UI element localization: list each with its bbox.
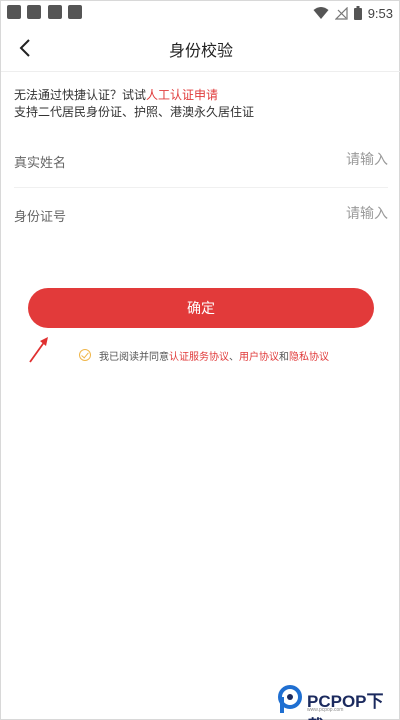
name-input[interactable]	[188, 146, 388, 174]
check-circle-icon[interactable]	[79, 349, 91, 361]
notification-icon	[48, 5, 62, 19]
signal-icon	[334, 6, 348, 20]
notification-icon	[7, 5, 21, 19]
status-icons: 9:53	[313, 4, 393, 22]
watermark-url: www.pcpop.com	[307, 707, 344, 713]
privacy-agreement-link[interactable]: 隐私协议	[289, 348, 329, 363]
auth-notice: 无法通过快捷认证？试试人工认证申请 支持二代居民身份证、护照、港澳永久居住证	[14, 87, 254, 121]
confirm-button[interactable]: 确定	[28, 288, 374, 328]
battery-icon	[353, 6, 362, 20]
name-row: 真实姓名	[14, 134, 388, 188]
agreement-row: 我已阅读并同意 认证服务协议、用户协议和隐私协议	[79, 347, 329, 363]
pointer-arrow-icon	[29, 337, 48, 363]
notice-line-2: 支持二代居民身份证、护照、港澳永久居住证	[14, 105, 255, 119]
watermark-brand: PCPOP下载	[307, 692, 384, 720]
status-bar: 9:53	[1, 1, 400, 25]
user-agreement-link[interactable]: 用户协议	[239, 348, 279, 363]
notice-text: 无法通过快捷认证？试试	[14, 88, 147, 102]
manual-auth-link[interactable]: 人工认证申请	[146, 88, 218, 102]
name-label: 真实姓名	[14, 156, 67, 171]
nav-bar: 身份校验	[1, 25, 400, 71]
agreement-text: 我已阅读并同意	[99, 351, 169, 363]
wifi-icon	[313, 6, 329, 19]
id-number-input[interactable]	[188, 200, 388, 228]
notice-line-1: 无法通过快捷认证？试试人工认证申请	[14, 87, 254, 104]
phone-frame: 9:53 身份校验 无法通过快捷认证？试试人工认证申请 支持二代居民身份证、护照…	[0, 0, 400, 720]
service-agreement-link[interactable]: 认证服务协议	[169, 348, 229, 363]
status-time: 9:53	[367, 5, 393, 21]
page-title: 身份校验	[168, 41, 233, 60]
pcpop-logo-icon	[278, 685, 302, 713]
separator: 、	[229, 351, 239, 363]
and-text: 和	[279, 351, 289, 363]
watermark: PCPOP下载 www.pcpop.com	[277, 685, 397, 720]
id-number-label: 身份证号	[14, 210, 67, 225]
notification-icon	[27, 5, 41, 19]
nav-divider	[1, 71, 400, 72]
id-number-row: 身份证号	[14, 188, 388, 242]
notification-icon	[68, 5, 82, 19]
